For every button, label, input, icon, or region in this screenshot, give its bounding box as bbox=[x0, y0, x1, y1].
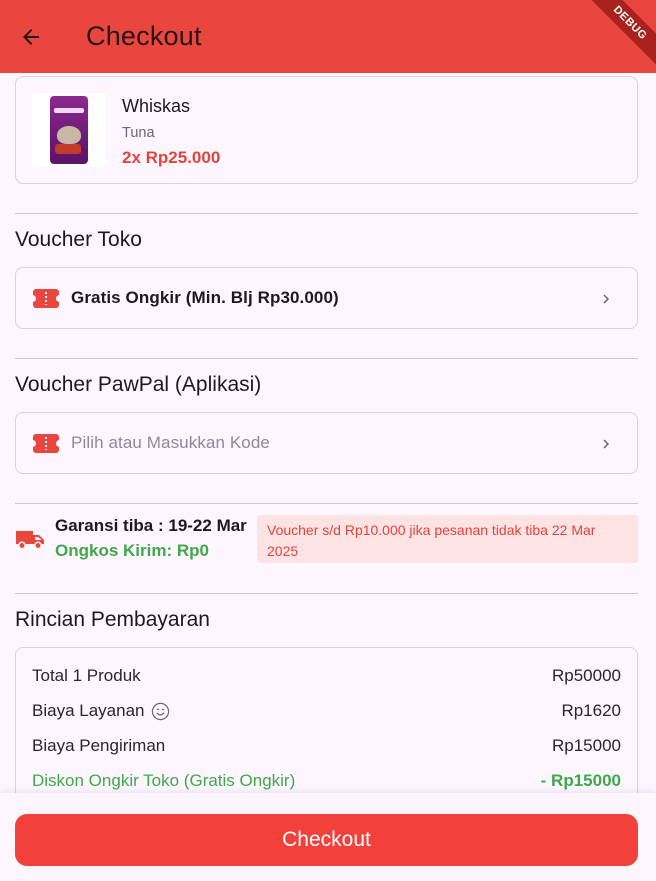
divider bbox=[15, 593, 638, 594]
payment-value: Rp50000 bbox=[551, 666, 621, 685]
voucher-app-selector[interactable]: Pilih atau Masukkan Kode bbox=[15, 412, 638, 474]
product-price: 2x Rp25.000 bbox=[122, 148, 221, 167]
payment-label: Diskon Ongkir Toko (Gratis Ongkir) bbox=[32, 771, 296, 790]
arrow-left-icon bbox=[23, 28, 39, 45]
payment-row-service-fee: Biaya Layanan Rp1620 bbox=[32, 699, 621, 723]
shipping-guarantee-note: Voucher s/d Rp10.000 jika pesanan tidak … bbox=[257, 515, 638, 563]
voucher-app-placeholder: Pilih atau Masukkan Kode bbox=[71, 433, 270, 452]
bottom-bar: Checkout bbox=[0, 793, 656, 881]
voucher-app-title: Voucher PawPal (Aplikasi) bbox=[15, 373, 262, 396]
divider bbox=[15, 503, 638, 504]
voucher-toko-selector[interactable]: Gratis Ongkir (Min. Blj Rp30.000) bbox=[15, 267, 638, 329]
voucher-toko-value: Gratis Ongkir (Min. Blj Rp30.000) bbox=[71, 288, 339, 307]
ticket-icon bbox=[29, 288, 63, 308]
payment-value: Rp15000 bbox=[551, 736, 621, 755]
ticket-icon bbox=[29, 433, 63, 453]
payment-label: Biaya Layanan bbox=[32, 701, 145, 720]
payment-row-total: Total 1 Produk Rp50000 bbox=[32, 664, 621, 688]
payment-details-card: Total 1 Produk Rp50000 Biaya Layanan Rp1… bbox=[15, 647, 638, 793]
payment-value: - Rp15000 bbox=[540, 771, 621, 790]
shipping-info: Garansi tiba : 19-22 Mar Ongkos Kirim: R… bbox=[15, 513, 638, 573]
payment-details-title: Rincian Pembayaran bbox=[15, 608, 210, 631]
voucher-toko-title: Voucher Toko bbox=[15, 228, 142, 251]
payment-label: Total 1 Produk bbox=[32, 666, 141, 685]
payment-row-shipping: Biaya Pengiriman Rp15000 bbox=[32, 734, 621, 758]
payment-value: Rp1620 bbox=[561, 701, 621, 720]
divider bbox=[15, 358, 638, 359]
checkout-scroll-area[interactable]: Whiskas Tuna 2x Rp25.000 Voucher Toko Gr… bbox=[0, 73, 656, 793]
divider bbox=[15, 213, 638, 214]
chevron-right-icon bbox=[603, 294, 609, 304]
debug-banner: DEBUG bbox=[579, 0, 656, 74]
payment-label: Biaya Pengiriman bbox=[32, 736, 166, 755]
truck-icon bbox=[16, 531, 44, 550]
app-bar: Checkout DEBUG bbox=[0, 0, 656, 74]
product-card: Whiskas Tuna 2x Rp25.000 bbox=[15, 76, 638, 184]
shipping-cost: Ongkos Kirim: Rp0 bbox=[55, 541, 209, 560]
back-button[interactable] bbox=[0, 0, 60, 73]
shipping-guarantee: Garansi tiba : 19-22 Mar bbox=[55, 516, 247, 535]
product-variant: Tuna bbox=[122, 125, 155, 141]
smile-icon[interactable] bbox=[151, 702, 170, 721]
product-name: Whiskas bbox=[122, 96, 191, 116]
checkout-button[interactable]: Checkout bbox=[15, 814, 638, 866]
product-image bbox=[32, 93, 106, 167]
chevron-right-icon bbox=[603, 439, 609, 449]
page-title: Checkout bbox=[86, 21, 202, 51]
payment-row-shipping-discount: Diskon Ongkir Toko (Gratis Ongkir) - Rp1… bbox=[32, 769, 621, 793]
